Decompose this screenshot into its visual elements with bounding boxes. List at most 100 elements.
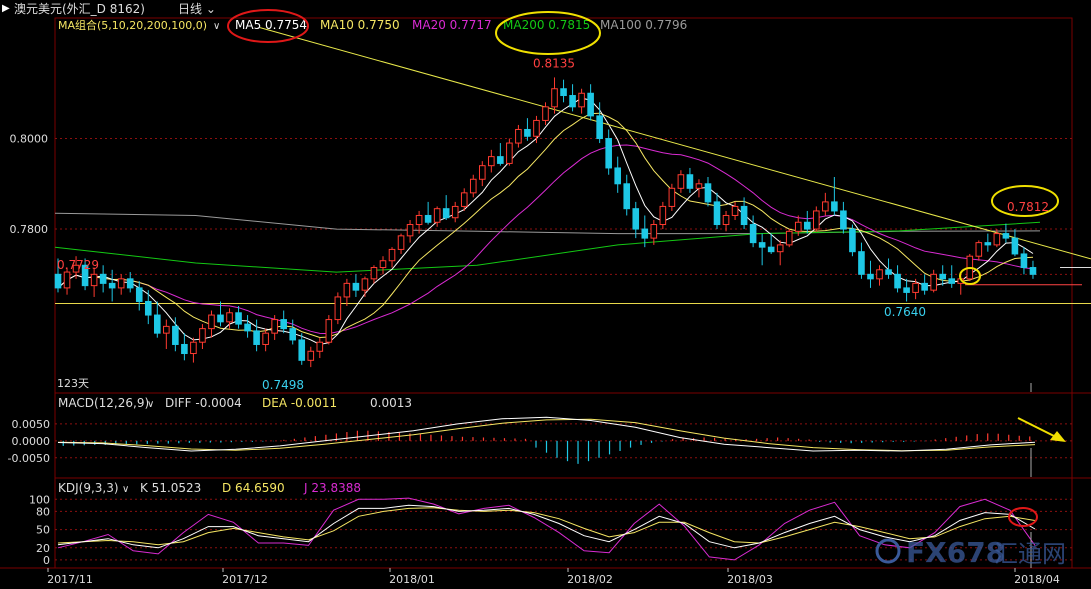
candle-body [1002, 233, 1010, 239]
candle [894, 265, 901, 293]
x-axis-date-label: 2018/04 [1014, 573, 1060, 586]
candle-body [849, 228, 856, 253]
candle-body [605, 138, 612, 169]
candle [704, 177, 712, 207]
candle-body [63, 271, 71, 289]
chart-canvas[interactable]: 0.8000 0.7800 0.8135 0.7498 0.7640 0.7729 0.78… [0, 0, 1091, 589]
candle-body [388, 248, 396, 262]
candle [424, 201, 432, 225]
candle [370, 265, 378, 284]
candle-body [993, 233, 1001, 246]
candle [343, 278, 351, 306]
candle [325, 315, 333, 345]
candle-body [253, 330, 260, 345]
candle-body [54, 273, 62, 289]
candle [542, 102, 549, 125]
candle-body [813, 210, 820, 230]
candle-body [695, 183, 703, 189]
candle-body [262, 332, 269, 345]
candle-body [361, 278, 369, 291]
candle-body [885, 269, 892, 275]
candle [560, 79, 567, 103]
candle [478, 161, 486, 187]
candle-body [876, 269, 883, 280]
candle [253, 319, 260, 352]
candle [713, 192, 721, 230]
forex-chart-window: ▶ 澳元美元(外汇_D 8162) 日线 ⌄ 0.8000 0.7800 0.813… [0, 0, 1091, 589]
candle-body [650, 224, 658, 239]
kdj-tick-label: 100 [29, 493, 50, 506]
x-axis-date-label: 2017/12 [222, 573, 268, 586]
candle-body [316, 341, 324, 352]
candle [334, 292, 342, 325]
candle-body [578, 92, 585, 108]
candle-body [551, 88, 558, 108]
candle [488, 149, 495, 173]
candle-body [352, 282, 360, 291]
candle [650, 220, 658, 245]
candle [352, 274, 360, 297]
price-tick-label: 0.8000 [10, 133, 49, 146]
kdj-tick-label: 0 [43, 554, 50, 567]
candle [397, 233, 405, 254]
macd-value: 0.0013 [370, 396, 412, 410]
candle [885, 258, 892, 279]
candle [632, 201, 640, 239]
macd-tick-label: 0.0000 [12, 435, 51, 448]
candle [749, 215, 757, 248]
candle-body [524, 128, 531, 137]
candle-body [858, 251, 865, 275]
kdj-legend-name: KDJ(9,3,3) [58, 481, 119, 495]
candle-body [117, 278, 125, 289]
candle [533, 115, 540, 144]
candle [867, 260, 874, 288]
candle [623, 174, 631, 216]
candle-body [172, 325, 179, 345]
chevron-down-icon: ∨ [213, 21, 220, 32]
candle [506, 138, 513, 166]
candle-body [163, 325, 170, 334]
candle-body [488, 156, 495, 167]
candle-body [722, 214, 730, 226]
kdj-j-value: J 23.8388 [303, 481, 361, 495]
candle [876, 265, 883, 286]
candle [379, 256, 387, 275]
candle [921, 274, 928, 295]
kdj-tick-label: 20 [36, 542, 50, 555]
fx678-logo-icon [875, 538, 901, 564]
candle [262, 328, 269, 352]
candle [858, 242, 865, 279]
ma-legend-item: MA5 0.7754 [235, 18, 307, 32]
candle-body [614, 167, 622, 185]
downtrend-line [259, 27, 1091, 260]
macd-legend-name: MACD(12,26,9) [58, 396, 149, 410]
candle-body [343, 282, 351, 298]
candle-body [181, 343, 188, 355]
candle [469, 174, 477, 198]
candle-body [99, 273, 107, 284]
candle-body [108, 282, 116, 289]
candle-body [921, 282, 928, 291]
candle [903, 278, 910, 302]
x-axis-date-label: 2018/03 [727, 573, 773, 586]
candle [144, 290, 152, 325]
candle [208, 310, 215, 338]
candle-body [154, 314, 161, 334]
candle [515, 124, 522, 148]
kdj-tick-label: 50 [36, 524, 50, 537]
candle-body [704, 183, 712, 203]
candle [298, 333, 306, 365]
macd-diff-value: DIFF -0.0004 [165, 396, 242, 410]
day-count-label: 123天 [57, 377, 89, 390]
candle-body [199, 328, 206, 343]
kdj-d-value: D 64.6590 [222, 481, 285, 495]
candle [181, 333, 188, 361]
candle-body [623, 183, 631, 210]
candle-body [758, 242, 766, 248]
macd-tick-label: -0.0050 [8, 452, 50, 465]
candle-body [497, 156, 504, 164]
candle-body [740, 205, 748, 226]
candle-body [126, 278, 134, 289]
candle [722, 210, 730, 232]
price-tick-label: 0.7800 [10, 223, 49, 236]
